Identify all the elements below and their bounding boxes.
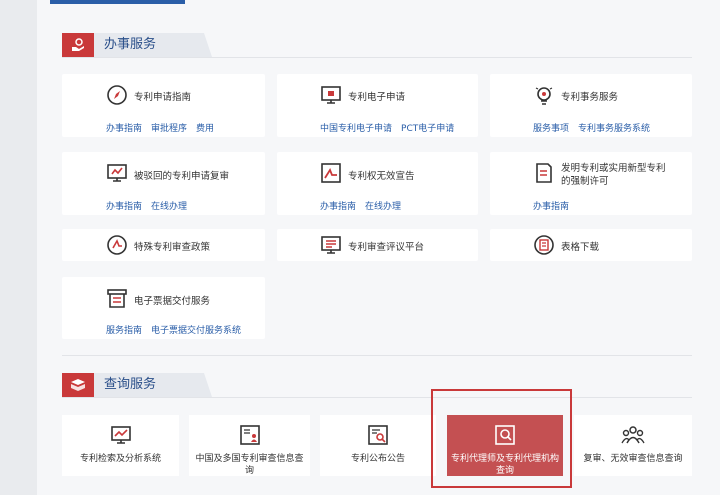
query-card-agent-search[interactable]: 专利代理师及专利代理机构查询 <box>447 415 563 476</box>
monitor-icon <box>320 84 342 106</box>
card-title: 被驳回的专利申请复审 <box>134 171 230 182</box>
query-card-label: 复审、无效审查信息查询 <box>583 454 683 464</box>
section-divider <box>62 355 692 356</box>
card-title: 专利审查评议平台 <box>348 242 425 253</box>
card-title: 专利申请指南 <box>134 92 192 103</box>
card-title: 电子票据交付服务 <box>134 296 211 307</box>
analytics-icon <box>109 424 133 446</box>
card-title: 专利权无效宣告 <box>348 171 415 182</box>
card-special-examination-policy[interactable]: 特殊专利审查政策 <box>62 229 265 261</box>
card-links: 办事指南 在线办理 <box>106 199 196 212</box>
link-service-items[interactable]: 服务事项 <box>533 124 569 134</box>
link-affairs-system[interactable]: 专利事务服务系统 <box>578 124 650 134</box>
card-patent-e-application[interactable]: 专利电子申请 中国专利电子申请 PCT电子申请 <box>277 74 478 137</box>
card-title: 特殊专利审查政策 <box>134 242 211 253</box>
bulb-icon <box>533 84 555 106</box>
card-title: 表格下载 <box>561 242 600 253</box>
card-links: 中国专利电子申请 PCT电子申请 <box>320 121 463 134</box>
link-online[interactable]: 在线办理 <box>365 202 401 212</box>
card-invalidation-declaration[interactable]: 专利权无效宣告 办事指南 在线办理 <box>277 152 478 215</box>
query-card-reexamination-info[interactable]: 复审、无效审查信息查询 <box>574 415 692 476</box>
link-online[interactable]: 在线办理 <box>151 202 187 212</box>
link-pct-e-application[interactable]: PCT电子申请 <box>401 124 454 134</box>
receipt-icon <box>106 287 128 309</box>
review-platform-icon <box>320 234 342 256</box>
agent-search-icon <box>493 424 517 446</box>
link-fees[interactable]: 费用 <box>196 124 214 134</box>
link-guide[interactable]: 办事指南 <box>106 124 142 134</box>
form-icon <box>533 234 555 256</box>
policy-icon <box>106 234 128 256</box>
query-card-search-analysis[interactable]: 专利检索及分析系统 <box>62 415 179 476</box>
card-form-download[interactable]: 表格下载 <box>490 229 692 261</box>
section-divider <box>62 57 692 58</box>
link-receipt-system[interactable]: 电子票据交付服务系统 <box>151 326 241 336</box>
query-card-label: 专利检索及分析系统 <box>79 454 161 464</box>
query-card-label: 中国及多国专利审查信息查询 <box>195 454 304 476</box>
link-cn-e-application[interactable]: 中国专利电子申请 <box>320 124 392 134</box>
card-compulsory-license[interactable]: 发明专利或实用新型专利的强制许可 办事指南 <box>490 152 692 215</box>
section-title: 办事服务 <box>94 33 198 57</box>
link-service-guide[interactable]: 服务指南 <box>106 326 142 336</box>
card-links: 办事指南 <box>533 199 578 212</box>
card-rejected-application-review[interactable]: 被驳回的专利申请复审 办事指南 在线办理 <box>62 152 265 215</box>
card-patent-affairs-service[interactable]: 专利事务服务 服务事项 专利事务服务系统 <box>490 74 692 137</box>
active-tab-indicator <box>50 0 185 4</box>
card-links: 办事指南 审批程序 费用 <box>106 121 223 134</box>
doc-search-icon <box>366 424 390 446</box>
card-title: 专利电子申请 <box>348 92 406 103</box>
card-e-receipt-service[interactable]: 电子票据交付服务 服务指南 电子票据交付服务系统 <box>62 277 265 339</box>
card-links: 服务指南 电子票据交付服务系统 <box>106 323 250 336</box>
query-card-label: 专利代理师及专利代理机构查询 <box>450 454 559 476</box>
card-patent-application-guide[interactable]: 专利申请指南 办事指南 审批程序 费用 <box>62 74 265 137</box>
screen-icon <box>106 162 128 184</box>
section-divider <box>62 397 692 398</box>
document-icon <box>533 162 555 184</box>
cube-icon <box>62 373 94 397</box>
query-card-label: 专利公布公告 <box>350 454 405 464</box>
query-card-multi-country-examination[interactable]: 中国及多国专利审查信息查询 <box>189 415 310 476</box>
query-card-publication[interactable]: 专利公布公告 <box>320 415 436 476</box>
card-review-platform[interactable]: 专利审查评议平台 <box>277 229 478 261</box>
link-guide[interactable]: 办事指南 <box>320 202 356 212</box>
hand-service-icon <box>62 33 94 57</box>
person-doc-icon <box>238 424 262 446</box>
people-icon <box>621 424 645 446</box>
link-procedure[interactable]: 审批程序 <box>151 124 187 134</box>
compass-icon <box>106 84 128 106</box>
card-title: 发明专利或实用新型专利的强制许可 <box>561 163 666 187</box>
section-title: 查询服务 <box>94 373 198 397</box>
card-title: 专利事务服务 <box>561 92 619 103</box>
card-links: 服务事项 专利事务服务系统 <box>533 121 659 134</box>
chart-line-icon <box>320 162 342 184</box>
card-links: 办事指南 在线办理 <box>320 199 410 212</box>
link-guide[interactable]: 办事指南 <box>533 202 569 212</box>
link-guide[interactable]: 办事指南 <box>106 202 142 212</box>
